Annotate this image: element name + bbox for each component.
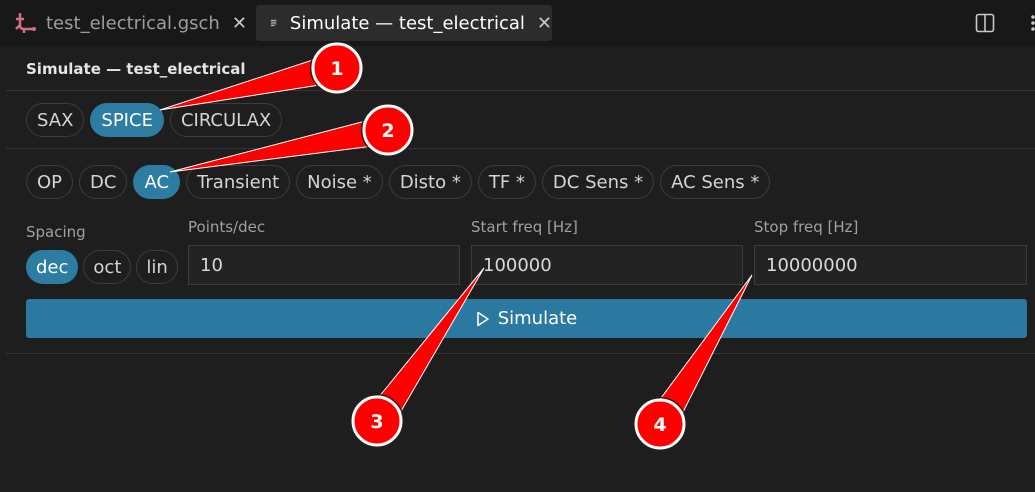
lines-icon [270, 19, 277, 27]
callout-number: 2 [381, 120, 394, 142]
tab-schematic[interactable]: test_electrical.gsch ✕ [0, 5, 252, 41]
callout-number: 3 [370, 411, 383, 433]
divider [6, 90, 1035, 91]
analysis-transient-button[interactable]: Transient [186, 165, 291, 199]
callout-number: 1 [330, 58, 343, 80]
panel-title: Simulate — test_electrical [26, 60, 246, 78]
spacing-selector: dec oct lin [26, 250, 184, 284]
analysis-noise-button[interactable]: Noise * [296, 165, 383, 199]
engine-selector: SAX SPICE CIRCULAX [26, 103, 288, 137]
tab-label: Simulate — test_electrical [289, 12, 525, 34]
analysis-dc-button[interactable]: DC [79, 165, 128, 199]
analysis-op-button[interactable]: OP [26, 165, 74, 199]
divider [6, 148, 1035, 149]
close-icon[interactable]: ✕ [232, 13, 247, 34]
spacing-oct-button[interactable]: oct [83, 250, 132, 284]
start-freq-label: Start freq [Hz] [471, 218, 578, 236]
more-actions-icon[interactable] [1025, 12, 1035, 34]
analysis-selector: OP DC AC Transient Noise * Disto * TF * … [26, 165, 776, 199]
engine-circulax-button[interactable]: CIRCULAX [169, 103, 283, 137]
divider [6, 353, 1035, 354]
simulate-button[interactable]: Simulate [26, 299, 1027, 338]
stop-freq-label: Stop freq [Hz] [754, 218, 859, 236]
callout-3: 3 [349, 267, 485, 449]
simulate-button-label: Simulate [497, 308, 578, 329]
points-per-dec-label: Points/dec [188, 218, 266, 236]
engine-spice-button[interactable]: SPICE [90, 103, 164, 137]
tab-simulate[interactable]: Simulate — test_electrical ✕ [256, 5, 552, 41]
spacing-lin-button[interactable]: lin [136, 250, 178, 284]
editor-tab-bar: test_electrical.gsch ✕ Simulate — test_e… [0, 0, 1035, 46]
analysis-dc-sens-button[interactable]: DC Sens * [541, 165, 655, 199]
spacing-dec-button[interactable]: dec [26, 250, 79, 284]
close-icon[interactable]: ✕ [537, 13, 552, 34]
spacing-label: Spacing [26, 223, 86, 241]
analysis-disto-button[interactable]: Disto * [388, 165, 472, 199]
split-editor-icon[interactable] [975, 13, 995, 33]
play-icon [476, 311, 489, 326]
engine-sax-button[interactable]: SAX [26, 103, 85, 137]
stop-freq-input[interactable]: 10000000 [754, 245, 1027, 285]
callout-number: 4 [653, 414, 666, 436]
analysis-ac-button[interactable]: AC [133, 165, 181, 199]
schematic-icon [15, 13, 36, 33]
tab-label: test_electrical.gsch [46, 12, 220, 34]
analysis-tf-button[interactable]: TF * [477, 165, 536, 199]
points-per-dec-input[interactable]: 10 [188, 245, 460, 285]
analysis-ac-sens-button[interactable]: AC Sens * [660, 165, 771, 199]
start-freq-input[interactable]: 100000 [471, 245, 743, 285]
